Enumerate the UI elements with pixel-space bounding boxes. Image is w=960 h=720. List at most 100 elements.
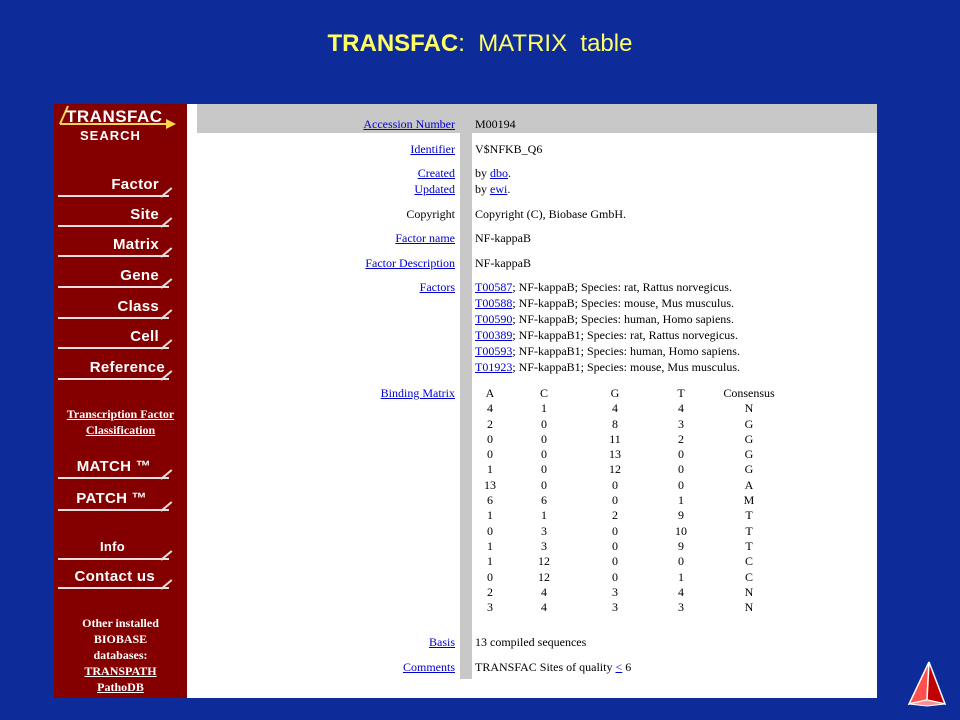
nav-gene[interactable]: Gene: [54, 265, 187, 291]
factor-item: T00590; NF-kappaB; Species: human, Homo …: [475, 312, 734, 326]
matrix-cell: 2: [678, 431, 684, 446]
factor-link[interactable]: T00590: [475, 312, 512, 326]
matrix-cell: 1: [487, 508, 493, 523]
matrix-row: 1 1 2 9 T: [475, 508, 783, 523]
matrix-cell: C: [744, 554, 753, 569]
factor-link[interactable]: T00593: [475, 344, 512, 358]
matrix-cell: 9: [678, 538, 684, 553]
matrix-cell: 3: [612, 584, 618, 599]
red-pyramid-icon[interactable]: [905, 660, 949, 708]
matrix-cell: 4: [612, 401, 618, 416]
matrix-row: 0 3 0 10 T: [475, 524, 783, 539]
matrix-cell: 0: [487, 569, 493, 584]
label-factor-name[interactable]: Factor name: [395, 230, 455, 246]
matrix-row: 2 4 3 4 N: [475, 585, 783, 600]
link-classification[interactable]: Classification: [54, 422, 187, 438]
matrix-cell: 0: [678, 447, 684, 462]
matrix-cell: A: [744, 477, 754, 492]
nav-class[interactable]: Class: [54, 296, 187, 322]
factor-item: T00389; NF-kappaB1; Species: rat, Rattus…: [475, 328, 738, 342]
matrix-cell: 13: [609, 447, 621, 462]
factor-item: T01923; NF-kappaB1; Species: mouse, Mus …: [475, 360, 740, 374]
matrix-cell: 1: [678, 569, 684, 584]
matrix-cell: 2: [487, 584, 493, 599]
factor-link[interactable]: T00389: [475, 328, 512, 342]
label-factors[interactable]: Factors: [420, 279, 455, 295]
nav-patch[interactable]: PATCH ™: [54, 488, 187, 514]
matrix-cell: 1: [678, 493, 684, 508]
nav-site[interactable]: Site: [54, 204, 187, 230]
label-copyright: Copyright: [406, 207, 455, 221]
value-factor-description: NF-kappaB: [475, 256, 531, 270]
nav-contact-us[interactable]: Contact us: [54, 566, 187, 592]
label-updated[interactable]: Updated: [414, 181, 455, 197]
matrix-cell: 0: [612, 569, 618, 584]
matrix-cell: G: [744, 462, 754, 477]
matrix-cell: T: [745, 538, 753, 553]
value-copyright: Copyright (C), Biobase GmbH.: [475, 207, 626, 221]
label-binding-matrix[interactable]: Binding Matrix: [381, 385, 455, 401]
matrix-cell: 4: [541, 600, 547, 615]
nav-reference[interactable]: Reference: [54, 357, 187, 383]
matrix-row: 1 12 0 0 C: [475, 554, 783, 569]
factor-link[interactable]: T00588: [475, 296, 512, 310]
matrix-cell: 10: [675, 523, 687, 538]
matrix-cell: 11: [609, 431, 621, 446]
matrix-cell: 1: [487, 538, 493, 553]
record-content: Accession Number M00194 Identifier V$NFK…: [197, 104, 877, 698]
browser-screenshot: TRANSFAC SEARCH Factor Site Matrix Gene …: [54, 104, 877, 698]
link-transpath[interactable]: TRANSPATH: [54, 663, 187, 679]
matrix-cell: 0: [678, 462, 684, 477]
link-pathodb[interactable]: PathoDB: [54, 679, 187, 695]
other-line-2: BIOBASE: [93, 632, 148, 646]
nav-factor[interactable]: Factor: [54, 174, 187, 200]
nav-matrix[interactable]: Matrix: [54, 234, 187, 260]
nav-cell[interactable]: Cell: [54, 326, 187, 352]
transfac-search-logo[interactable]: TRANSFAC SEARCH: [54, 104, 187, 154]
factor-item: T00588; NF-kappaB; Species: mouse, Mus m…: [475, 296, 734, 310]
matrix-row: 0 12 0 1 C: [475, 570, 783, 585]
label-accession-number[interactable]: Accession Number: [363, 116, 455, 132]
link-transcription-factor[interactable]: Transcription Factor: [54, 406, 187, 422]
matrix-body: 4 1 4 4 N 2 0 8 3 G 0 0 11 2 G 0 0 13 0 G 1 0 12 0 G 13 0 0 0 A 6 6 0 1 M 1…: [475, 401, 783, 615]
label-identifier[interactable]: Identifier: [410, 141, 455, 157]
value-accession-number: M00194: [475, 117, 516, 131]
matrix-cell: 0: [541, 416, 547, 431]
matrix-row: 2 0 8 3 G: [475, 417, 783, 432]
nav-info[interactable]: Info: [54, 537, 187, 563]
other-line-3: databases:: [93, 648, 148, 662]
matrix-cell: 4: [678, 401, 684, 416]
binding-matrix-table: A C G T Consensus 4 1 4 4 N 2 0 8 3 G 0 0 11 2 G 0 0 13 0 G…: [475, 386, 783, 615]
matrix-cell: 2: [612, 508, 618, 523]
logo-title: TRANSFAC: [66, 107, 163, 126]
matrix-cell: 3: [612, 600, 618, 615]
matrix-header-row: A C G T Consensus: [485, 386, 775, 400]
link-dbo[interactable]: dbo: [490, 166, 508, 180]
matrix-cell: 9: [678, 508, 684, 523]
matrix-cell: 6: [541, 493, 547, 508]
label-comments[interactable]: Comments: [403, 659, 455, 675]
matrix-cell: 3: [541, 538, 547, 553]
factor-link[interactable]: T01923: [475, 360, 512, 374]
matrix-row: 0 0 13 0 G: [475, 447, 783, 462]
matrix-cell: 3: [541, 523, 547, 538]
matrix-cell: 4: [678, 584, 684, 599]
matrix-cell: 0: [541, 431, 547, 446]
matrix-cell: 0: [541, 462, 547, 477]
label-factor-description[interactable]: Factor Description: [365, 255, 455, 271]
value-created: by dbo.: [475, 166, 511, 180]
matrix-cell: 8: [612, 416, 618, 431]
matrix-cell: 12: [538, 569, 550, 584]
link-ewi[interactable]: ewi: [490, 182, 507, 196]
matrix-row: 13 0 0 0 A: [475, 478, 783, 493]
value-basis: 13 compiled sequences: [475, 635, 587, 649]
nav-match[interactable]: MATCH ™: [54, 456, 187, 482]
matrix-cell: 0: [678, 554, 684, 569]
label-basis[interactable]: Basis: [429, 634, 455, 650]
value-updated: by ewi.: [475, 182, 511, 196]
matrix-row: 0 0 11 2 G: [475, 432, 783, 447]
label-created[interactable]: Created: [418, 165, 455, 181]
matrix-cell: 0: [541, 447, 547, 462]
matrix-cell: N: [744, 600, 754, 615]
factor-link[interactable]: T00587: [475, 280, 512, 294]
